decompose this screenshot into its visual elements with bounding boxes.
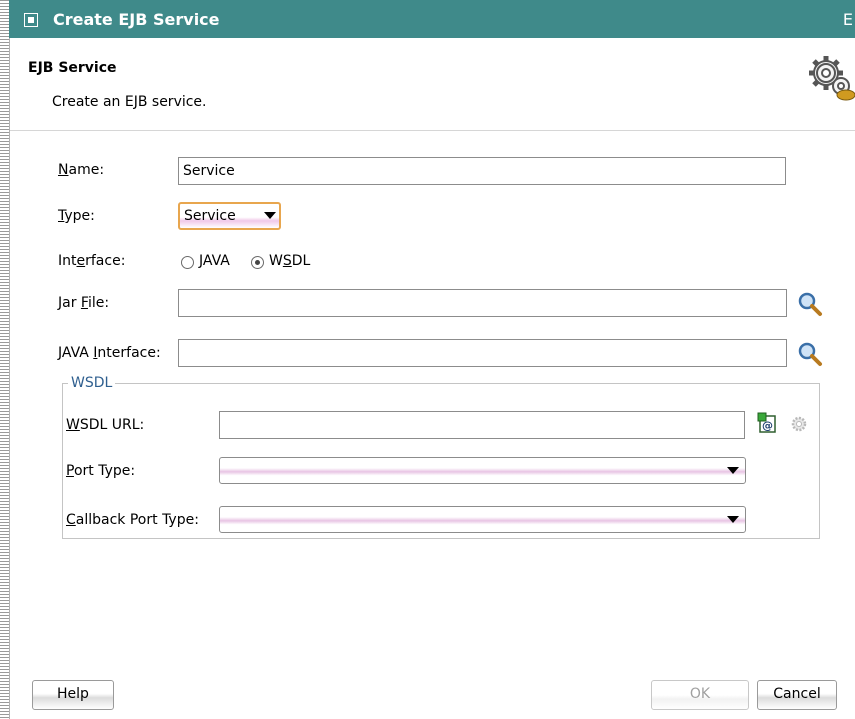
window-menu-icon[interactable] — [24, 13, 38, 27]
radio-wsdl-label[interactable]: WSDL — [269, 253, 310, 269]
jar-file-field[interactable] — [178, 289, 787, 317]
callback-port-type-select[interactable] — [219, 506, 746, 533]
title-bar[interactable]: Create EJB Service E — [9, 0, 855, 38]
radio-wsdl[interactable] — [251, 256, 264, 269]
jar-file-label: Jar File: — [58, 295, 110, 311]
callback-port-type-label: Callback Port Type: — [66, 512, 199, 528]
type-select-value: Service — [184, 208, 236, 224]
chevron-down-icon — [727, 516, 739, 523]
chevron-down-icon — [727, 467, 739, 474]
interface-label: Interface: — [58, 253, 126, 269]
java-interface-field[interactable] — [178, 339, 787, 367]
gears-icon — [809, 56, 855, 101]
gear-icon — [791, 416, 807, 432]
wsdl-url-field[interactable] — [219, 411, 745, 439]
svg-text:@: @ — [762, 419, 773, 432]
wsdl-group-legend: WSDL — [68, 375, 116, 391]
cancel-button[interactable]: Cancel — [757, 680, 837, 710]
browse-wsdl-icon[interactable]: @ — [757, 412, 779, 434]
ok-button[interactable]: OK — [651, 680, 749, 710]
radio-java-label[interactable]: JAVA — [199, 253, 230, 269]
header-description: Create an EJB service. — [52, 94, 207, 110]
help-button[interactable]: Help — [32, 680, 114, 710]
port-type-select[interactable] — [219, 457, 746, 484]
header-title: EJB Service — [28, 60, 117, 76]
wsdl-url-label: WSDL URL: — [66, 417, 145, 433]
dialog-header: EJB Service Create an EJB service. — [10, 38, 855, 131]
background-window-edge — [0, 0, 10, 719]
chevron-down-icon — [264, 212, 276, 219]
java-interface-label: JAVA Interface: — [58, 345, 161, 361]
radio-java[interactable] — [181, 256, 194, 269]
title-edge-glyph: E — [842, 10, 853, 29]
window-title: Create EJB Service — [53, 10, 220, 29]
port-type-label: Port Type: — [66, 463, 136, 479]
type-select[interactable]: Service — [178, 202, 281, 230]
type-label: Type: — [58, 208, 95, 224]
name-field[interactable]: Service — [178, 157, 786, 185]
search-icon[interactable] — [797, 291, 823, 317]
name-label: Name: — [58, 162, 105, 178]
search-icon[interactable] — [797, 341, 823, 367]
